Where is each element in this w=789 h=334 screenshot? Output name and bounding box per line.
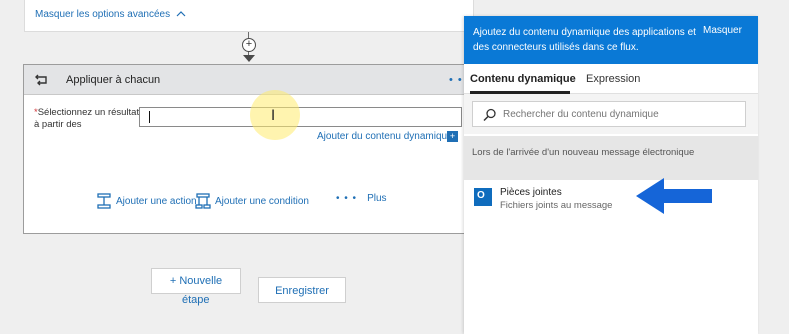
select-output-label: *Sélectionnez un résultat à partir des: [34, 107, 144, 131]
tab-dynamic-content[interactable]: Contenu dynamique: [470, 73, 576, 85]
new-step-button[interactable]: + Nouvelle: [151, 268, 241, 294]
insert-step-button[interactable]: +: [242, 38, 256, 52]
more-button[interactable]: • • • Plus: [336, 193, 387, 204]
select-output-text: Sélectionnez un résultat à partir des: [34, 107, 140, 130]
add-condition-icon: [195, 193, 211, 209]
save-button[interactable]: Enregistrer: [258, 277, 346, 303]
hide-advanced-options-link[interactable]: Masquer les options avancées: [35, 9, 186, 20]
item-title: Pièces jointes: [500, 187, 562, 198]
save-label: Enregistrer: [275, 285, 329, 297]
panel-tabs: Contenu dynamique Expression: [464, 64, 758, 94]
add-condition-button[interactable]: Ajouter une condition: [195, 193, 309, 209]
advanced-link-label: Masquer les options avancées: [35, 9, 171, 20]
new-step-label: + Nouvelle: [169, 275, 223, 287]
panel-header: Ajoutez du contenu dynamique des applica…: [464, 16, 758, 64]
more-dots-icon: • • •: [336, 193, 358, 204]
hide-panel-button[interactable]: Masquer: [703, 25, 742, 36]
add-condition-label: Ajouter une condition: [215, 195, 309, 207]
outlook-icon-letter: O: [477, 190, 485, 201]
add-dynamic-content-icon[interactable]: +: [447, 131, 458, 142]
chevron-up-icon: [176, 11, 186, 17]
more-label: Plus: [367, 193, 387, 204]
add-action-button[interactable]: Ajouter une action: [96, 193, 197, 209]
select-output-input[interactable]: [139, 107, 462, 127]
add-action-label: Ajouter une action: [116, 195, 197, 207]
search-input[interactable]: [503, 106, 733, 123]
outlook-icon: O: [474, 188, 492, 206]
panel-description: Ajoutez du contenu dynamique des applica…: [473, 27, 696, 53]
text-cursor-icon: I: [271, 108, 276, 124]
previous-step-card: Masquer les options avancées: [24, 0, 474, 32]
tab-expression[interactable]: Expression: [586, 73, 640, 85]
card-title: Appliquer à chacun: [66, 74, 161, 86]
new-step-label-line2[interactable]: étape: [182, 294, 210, 306]
annotation-arrow-icon: [636, 178, 712, 214]
text-caret: [149, 111, 150, 123]
card-header[interactable]: Appliquer à chacun • • •: [24, 65, 472, 95]
search-icon: [483, 108, 496, 122]
item-subtitle: Fichiers joints au message: [500, 200, 613, 211]
trigger-section-header[interactable]: Lors de l'arrivée d'un nouveau message é…: [464, 136, 758, 180]
connector-arrow-icon: [243, 55, 255, 62]
apply-to-each-card: Appliquer à chacun • • • *Sélectionnez u…: [23, 64, 473, 234]
add-action-icon: [97, 193, 111, 209]
dynamic-content-panel: Ajoutez du contenu dynamique des applica…: [464, 16, 758, 334]
search-box[interactable]: [472, 101, 746, 127]
add-dynamic-content-link[interactable]: Ajouter du contenu dynamique: [317, 131, 453, 142]
search-area: [464, 94, 758, 134]
trigger-section-title: Lors de l'arrivée d'un nouveau message é…: [472, 147, 695, 158]
loop-icon: [35, 74, 47, 86]
